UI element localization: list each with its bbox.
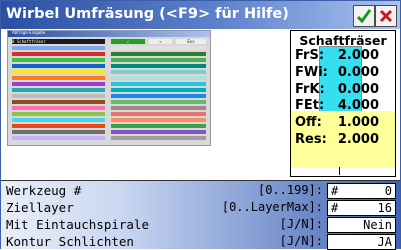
field-label: Mit Eintauchspirale xyxy=(6,217,149,232)
thumbnail-row xyxy=(12,52,105,56)
thumbnail-row xyxy=(111,136,206,140)
thumbnail-row xyxy=(12,46,105,50)
field-value: JA xyxy=(377,235,392,249)
prop-value: 2.000 xyxy=(337,48,379,63)
prop-value: 0.000 xyxy=(337,82,379,97)
thumbnail-esc-label: Esc xyxy=(187,39,195,44)
thumbnail-row xyxy=(111,100,206,104)
prop-value: 4.000 xyxy=(337,98,379,113)
tool-panel: Schaftfräser FrS: 2.000 FWi: 0.000 FrK: … xyxy=(290,30,396,177)
thumbnail-row xyxy=(12,100,105,104)
field-value: 16 xyxy=(377,201,392,215)
hash-prefix: # xyxy=(331,201,339,215)
prop-value: 0.000 xyxy=(337,65,379,80)
thumbnail-row xyxy=(12,94,105,98)
field-label: Werkzeug # xyxy=(6,183,82,198)
thumbnail-row xyxy=(12,106,105,110)
preview-thumbnail: Abfrage Eingabe 0 Schaftfräser ✓ ✕ Esc xyxy=(7,30,211,146)
thumbnail-row xyxy=(111,76,206,80)
thumbnail-row xyxy=(111,70,206,74)
form-row-eintauchspirale: Mit Eintauchspirale [J/N]: Nein xyxy=(1,216,400,233)
confirm-button[interactable] xyxy=(353,5,375,27)
thumbnail-row xyxy=(12,112,105,116)
thumbnail-esc-button: Esc xyxy=(176,39,206,44)
thumbnail-row xyxy=(111,124,206,128)
thumbnail-title: Abfrage Eingabe xyxy=(12,30,46,35)
thumbnail-titlebar: Abfrage Eingabe xyxy=(8,30,210,37)
prop-label: Off: xyxy=(295,115,322,130)
thumbnail-row xyxy=(111,94,206,98)
thumbnail-ok-button: ✓ xyxy=(111,39,145,44)
tool-prop-frs: FrS: 2.000 xyxy=(295,48,391,65)
form-row-kontur-schlichten: Kontur Schlichten [J/N]: JA xyxy=(1,233,400,250)
tool-prop-off: Off: 1.000 xyxy=(295,115,391,132)
thumbnail-row xyxy=(12,130,105,134)
field-value: Nein xyxy=(363,218,392,232)
checkmark-icon xyxy=(356,9,372,24)
window-title: Wirbel Umfräsung (<F9> für Hilfe) xyxy=(6,6,289,22)
field-range: [0..199]: xyxy=(257,183,323,197)
thumbnail-row xyxy=(111,118,206,122)
thumbnail-row xyxy=(12,88,105,92)
thumbnail-row xyxy=(12,76,105,80)
thumbnail-ok-label: ✓ xyxy=(126,39,130,44)
prop-label: FEt: xyxy=(295,98,325,113)
title-bar: Wirbel Umfräsung (<F9> für Hilfe) xyxy=(1,1,400,29)
prop-value: 1.000 xyxy=(337,115,379,130)
thumbnail-row xyxy=(12,70,105,74)
thumbnail-row xyxy=(111,88,206,92)
field-value: 0 xyxy=(384,184,392,198)
thumbnail-row xyxy=(12,118,105,122)
thumbnail-row xyxy=(12,64,105,68)
thumbnail-row xyxy=(111,106,206,110)
field-label: Ziellayer xyxy=(6,200,74,215)
thumbnail-row xyxy=(111,64,206,68)
field-range: [0..LayerMax]: xyxy=(221,200,323,214)
tool-prop-fwi: FWi: 0.000 xyxy=(295,65,391,82)
tool-prop-res: Res: 2.000 xyxy=(295,132,391,149)
cancel-button[interactable] xyxy=(375,5,397,27)
thumbnail-header: 0 Schaftfräser xyxy=(12,39,105,44)
tool-prop-frk: FrK: 0.000 xyxy=(295,82,391,99)
dialog-window: Wirbel Umfräsung (<F9> für Hilfe) Abfrag… xyxy=(0,0,401,250)
field-label: Kontur Schlichten xyxy=(6,234,134,249)
tool-heading: Schaftfräser xyxy=(299,33,387,48)
thumbnail-row xyxy=(12,124,105,128)
prop-label: FWi: xyxy=(295,65,328,80)
thumbnail-row xyxy=(111,46,206,50)
hash-prefix: # xyxy=(331,184,339,198)
thumbnail-row xyxy=(111,52,206,56)
field-range: [J/N]: xyxy=(279,234,323,248)
field-range: [J/N]: xyxy=(279,217,323,231)
kontur-schlichten-input[interactable]: JA xyxy=(327,234,396,250)
thumbnail-row xyxy=(111,112,206,116)
thumbnail-row xyxy=(12,58,105,62)
werkzeug-input[interactable]: # 0 xyxy=(327,183,396,199)
prop-label: Res: xyxy=(295,132,327,147)
thumbnail-row xyxy=(111,82,206,86)
thumbnail-header-label: 0 Schaftfräser xyxy=(12,39,46,44)
thumbnail-row xyxy=(12,82,105,86)
thumbnail-row xyxy=(111,58,206,62)
thumbnail-row xyxy=(12,136,105,140)
prop-label: FrK: xyxy=(295,82,325,97)
thumbnail-cancel-button: ✕ xyxy=(149,39,172,44)
thumbnail-row xyxy=(111,130,206,134)
prop-value: 2.000 xyxy=(337,132,379,147)
thumbnail-cancel-label: ✕ xyxy=(159,39,162,44)
prop-label: FrS: xyxy=(295,48,325,63)
tool-prop-fet: FEt: 4.000 xyxy=(295,98,391,115)
ziellayer-input[interactable]: # 16 xyxy=(327,200,396,216)
form-row-ziellayer: Ziellayer [0..LayerMax]: # 16 xyxy=(1,199,400,216)
input-form: Werkzeug # [0..199]: # 0 Ziellayer [0..L… xyxy=(1,180,400,250)
eintauchspirale-input[interactable]: Nein xyxy=(327,217,396,233)
form-row-werkzeug: Werkzeug # [0..199]: # 0 xyxy=(1,182,400,199)
close-icon xyxy=(379,9,393,23)
